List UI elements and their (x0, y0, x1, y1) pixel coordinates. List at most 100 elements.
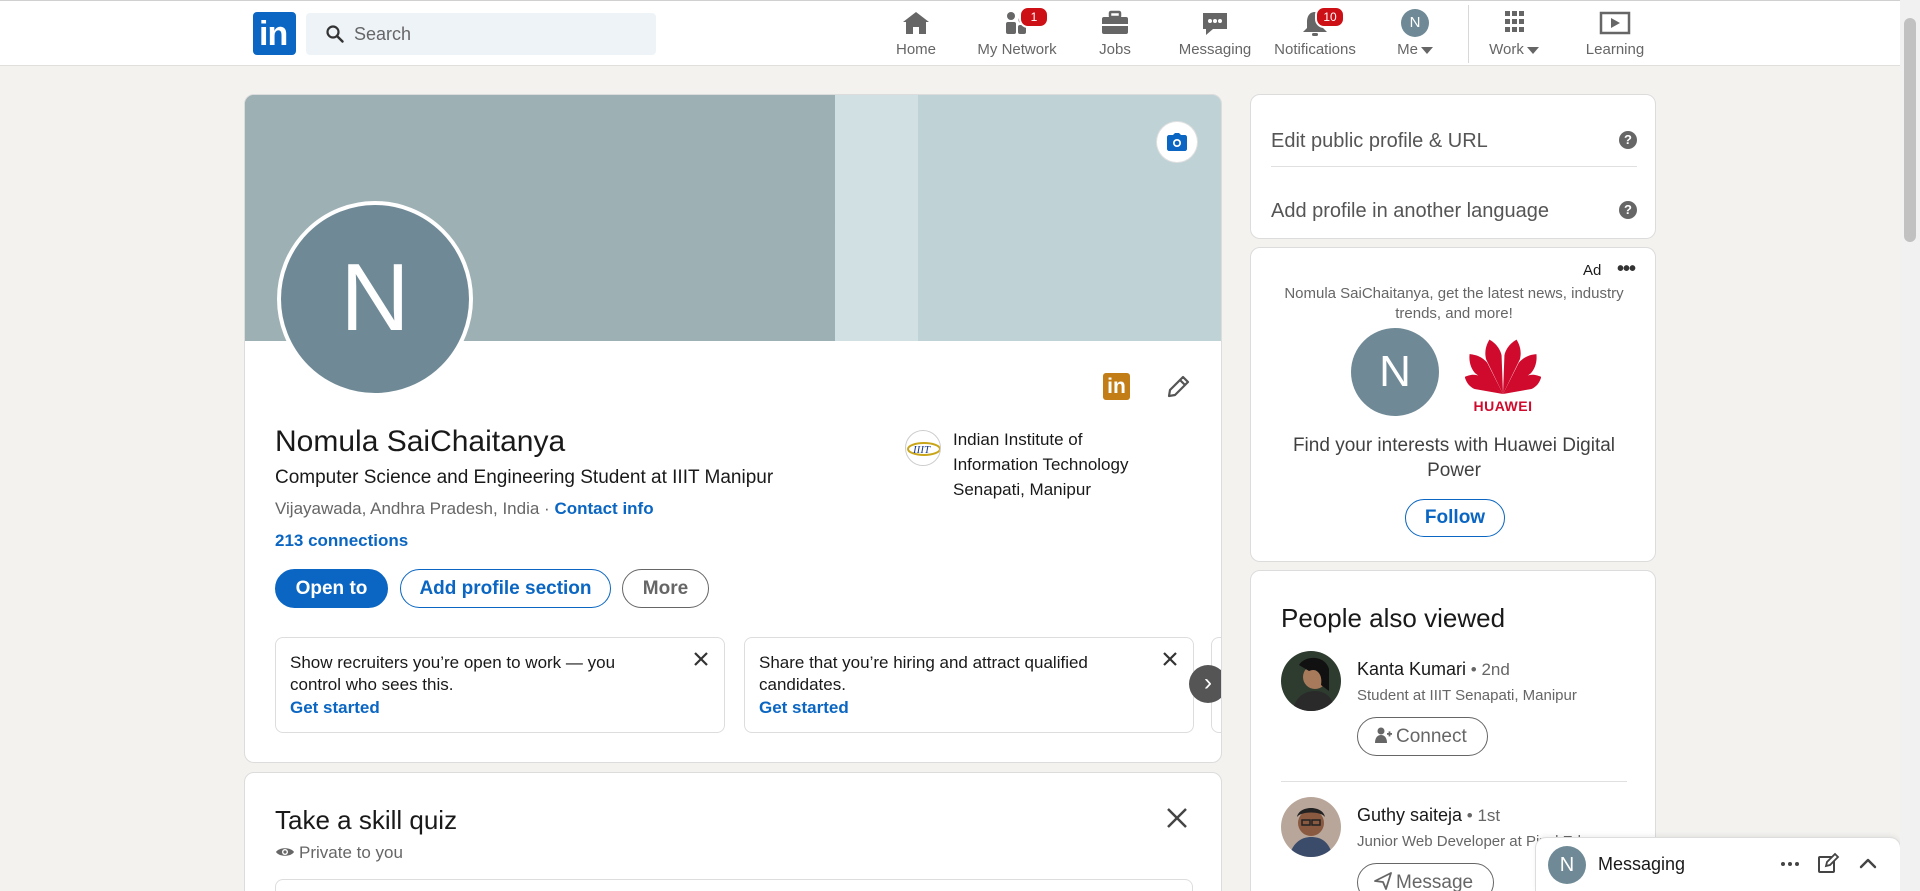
huawei-flower-icon (1464, 339, 1542, 394)
home-icon (903, 12, 929, 34)
add-language-profile-link[interactable]: Add profile in another language ? (1271, 183, 1637, 238)
help-icon[interactable]: ? (1619, 131, 1637, 149)
open-to-button[interactable]: Open to (275, 569, 388, 608)
add-profile-section-button[interactable]: Add profile section (400, 569, 611, 608)
search-icon (326, 25, 344, 43)
nav-jobs-label: Jobs (1099, 41, 1131, 58)
profile-name: Nomula SaiChaitanya (275, 425, 566, 458)
linkedin-badge-icon[interactable]: in (1103, 373, 1130, 400)
messaging-overlay[interactable]: N Messaging (1536, 838, 1900, 891)
education-name[interactable]: Indian Institute of Information Technolo… (953, 427, 1163, 502)
chevron-up-icon[interactable] (1856, 852, 1880, 876)
nav-home[interactable]: Home (890, 9, 942, 61)
ad-user-avatar: N (1351, 328, 1439, 416)
compose-icon[interactable] (1816, 852, 1840, 876)
chat-icon (1203, 13, 1227, 35)
play-icon (1599, 11, 1631, 35)
divider (1271, 166, 1637, 167)
connection-degree: • 1st (1462, 806, 1501, 825)
svg-text:IIIT: IIIT (912, 444, 931, 456)
contact-info-link[interactable]: Contact info (554, 499, 653, 518)
nav-learning[interactable]: Learning (1584, 9, 1646, 61)
nav-home-label: Home (895, 41, 936, 58)
global-nav: in Home 1 My Network Jobs Messaging 10 N… (0, 0, 1900, 66)
profile-headline: Computer Science and Engineering Student… (275, 467, 774, 488)
education-logo[interactable]: IIIT (905, 430, 941, 466)
more-options-icon[interactable]: ••• (1617, 258, 1636, 281)
edit-cover-button[interactable] (1157, 122, 1197, 162)
profile-location-row: Vijayawada, Andhra Pradesh, India · Cont… (275, 499, 654, 518)
search-input[interactable] (354, 21, 634, 47)
person-name[interactable]: Guthy saiteja (1357, 805, 1462, 825)
me-avatar: N (1401, 9, 1429, 37)
connection-degree: • 2nd (1466, 660, 1510, 679)
profile-settings-card: Edit public profile & URL ? Add profile … (1250, 94, 1656, 239)
person-title: Student at IIIT Senapati, Manipur (1357, 687, 1577, 704)
nav-my-network[interactable]: 1 My Network (972, 6, 1062, 61)
edit-public-profile-link[interactable]: Edit public profile & URL ? (1271, 113, 1637, 171)
nav-messaging-label: Messaging (1178, 41, 1252, 58)
nav-me[interactable]: N Me (1390, 9, 1440, 61)
person-photo[interactable] (1281, 797, 1341, 857)
search-box[interactable] (306, 13, 656, 55)
eye-icon (276, 848, 294, 856)
nav-work-label: Work (1489, 41, 1524, 58)
nav-notifications-label: Notifications (1274, 41, 1356, 58)
close-icon[interactable] (1161, 650, 1179, 668)
skill-quiz-subtitle: Private to you (275, 843, 403, 863)
hiring-promo: Share that you’re hiring and attract qua… (744, 637, 1194, 733)
chevron-down-icon (1420, 46, 1433, 54)
divider (1281, 781, 1627, 782)
skill-quiz-item[interactable] (275, 879, 1193, 891)
profile-card: N in Nomula SaiChaitanya Computer Scienc… (244, 94, 1222, 763)
briefcase-icon (1102, 10, 1128, 34)
nav-my-network-label: My Network (977, 41, 1057, 58)
help-icon[interactable]: ? (1619, 201, 1637, 219)
page-scrollbar[interactable] (1900, 0, 1920, 891)
network-badge: 1 (1019, 6, 1049, 28)
profile-location: Vijayawada, Andhra Pradesh, India (275, 499, 540, 518)
nav-messaging[interactable]: Messaging (1176, 9, 1254, 61)
nav-notifications[interactable]: 10 Notifications (1270, 6, 1360, 61)
people-also-viewed-title: People also viewed (1281, 603, 1506, 633)
more-options-icon[interactable] (1778, 852, 1802, 876)
ad-card: Ad ••• Nomula SaiChaitanya, get the late… (1250, 247, 1656, 562)
ad-text: Find your interests with Huawei Digital … (1292, 435, 1616, 481)
carousel-next-button[interactable]: › (1189, 665, 1221, 703)
add-person-icon (1375, 727, 1392, 743)
nav-jobs[interactable]: Jobs (1090, 9, 1140, 61)
nav-me-label: Me (1397, 41, 1418, 58)
scrollbar-thumb[interactable] (1904, 18, 1916, 242)
message-button[interactable]: Message (1357, 863, 1495, 891)
close-icon[interactable] (1164, 805, 1190, 831)
messaging-label: Messaging (1598, 854, 1686, 874)
ad-label: Ad (1583, 262, 1602, 279)
close-icon[interactable] (692, 650, 710, 668)
huawei-logo[interactable]: HUAWEI (1464, 336, 1542, 416)
send-icon (1374, 872, 1392, 890)
skill-quiz-title: Take a skill quiz (275, 805, 458, 835)
messaging-avatar: N (1548, 846, 1586, 884)
grid-icon (1505, 11, 1524, 32)
profile-photo[interactable]: N (277, 201, 473, 397)
skill-quiz-card: Take a skill quiz Private to you (244, 772, 1222, 891)
pencil-icon[interactable] (1163, 372, 1193, 402)
nav-work[interactable]: Work (1484, 9, 1544, 61)
get-started-link[interactable]: Get started (759, 697, 1179, 719)
connect-button[interactable]: Connect (1357, 717, 1488, 756)
huawei-wordmark: HUAWEI (1473, 398, 1533, 414)
chevron-down-icon (1526, 46, 1539, 54)
camera-icon (1167, 133, 1187, 151)
nav-divider (1468, 5, 1469, 63)
connections-link[interactable]: 213 connections (275, 531, 408, 551)
notifications-badge: 10 (1315, 6, 1345, 28)
iiit-logo-icon: IIIT (907, 432, 940, 465)
ad-message: Nomula SaiChaitanya, get the latest news… (1284, 285, 1624, 322)
person-name[interactable]: Kanta Kumari (1357, 659, 1466, 679)
linkedin-logo[interactable]: in (253, 12, 296, 55)
get-started-link[interactable]: Get started (290, 697, 710, 719)
follow-button[interactable]: Follow (1405, 499, 1505, 537)
more-button[interactable]: More (622, 569, 709, 608)
nav-learning-label: Learning (1585, 41, 1645, 58)
person-photo[interactable] (1281, 651, 1341, 711)
